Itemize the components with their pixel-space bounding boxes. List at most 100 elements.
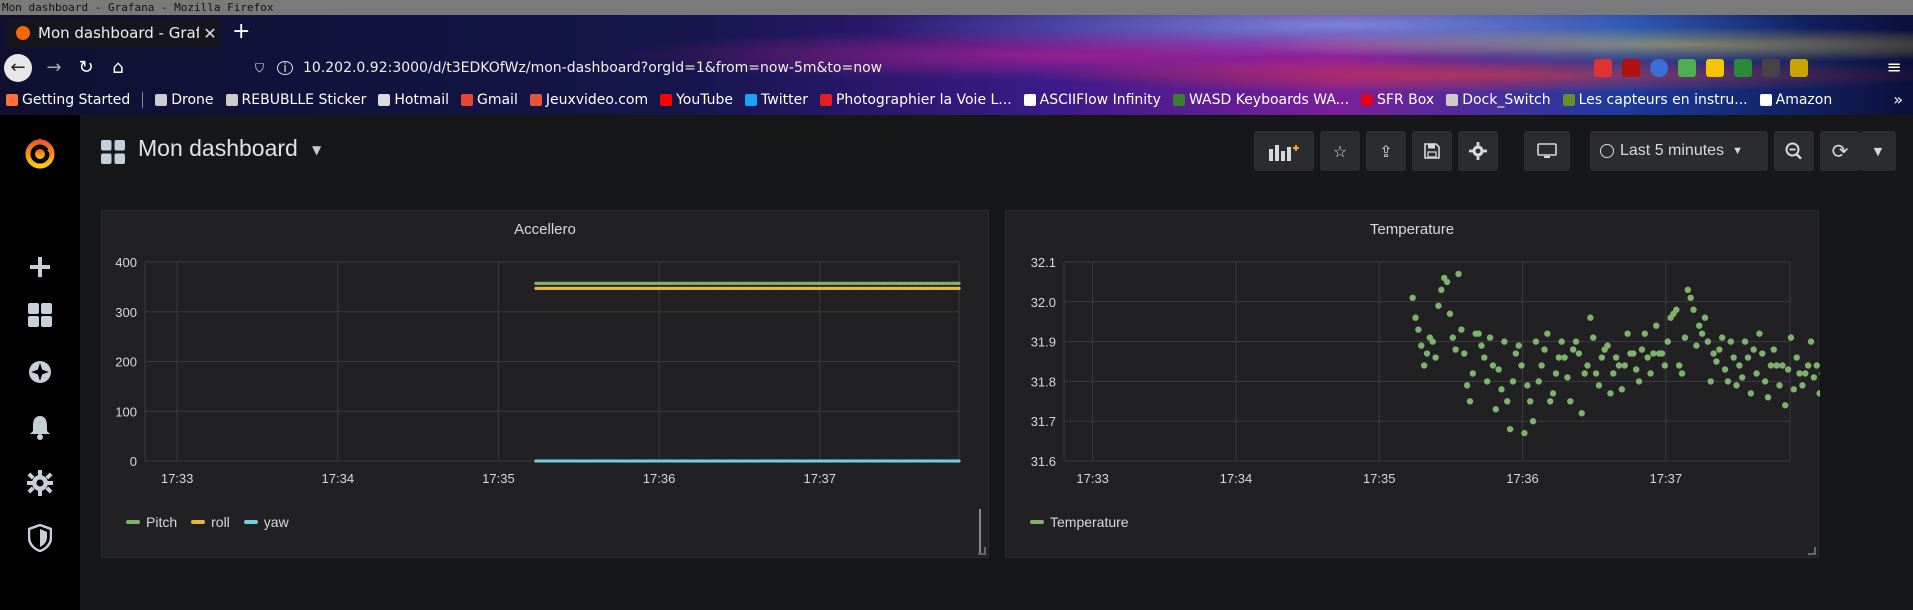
data-point xyxy=(1750,346,1757,353)
extension-leaf-icon[interactable] xyxy=(1734,59,1752,77)
panel-resize-handle[interactable] xyxy=(978,547,986,555)
bookmark-item[interactable]: Getting Started xyxy=(6,92,130,108)
site-info-icon[interactable]: i xyxy=(277,61,293,75)
bookmark-favicon-icon xyxy=(529,94,542,106)
extension-owl-icon[interactable] xyxy=(1762,59,1780,77)
series-point xyxy=(768,286,772,290)
data-point xyxy=(1716,346,1723,353)
temperature-chart[interactable]: 31.6 31.7 31.8 31.9 32.0 32.1 17:33 17:34 17:35 1… xyxy=(1006,211,1820,559)
panel-temperature[interactable]: Temperature 31.6 31.7 31.8 31.9 32.0 32.1 17:3… xyxy=(1005,210,1820,559)
extension-shield-icon[interactable] xyxy=(1650,59,1668,77)
data-point xyxy=(1721,366,1729,373)
chevron-down-icon[interactable]: ▼ xyxy=(312,143,321,157)
new-tab-icon[interactable]: + xyxy=(232,20,250,44)
series-point xyxy=(896,281,900,285)
share-dashboard-button[interactable]: ⇪ xyxy=(1366,131,1406,171)
bookmark-item[interactable]: ASCIIFlow Infinity xyxy=(1023,92,1161,108)
accellero-chart[interactable]: 0 100 200 300 400 17:33 17:34 17:35 17:36 17:37 xyxy=(102,211,990,559)
series-point xyxy=(704,286,708,290)
bookmark-item[interactable]: WASD Keyboards WA... xyxy=(1172,92,1349,108)
dashboards-grid-icon[interactable] xyxy=(20,295,60,335)
bookmark-item[interactable]: Hotmail xyxy=(378,92,449,108)
bookmark-item[interactable]: Twitter xyxy=(745,92,808,108)
data-point xyxy=(1759,350,1766,357)
refresh-interval-dropdown[interactable]: ▼ xyxy=(1860,131,1896,171)
bookmark-item[interactable]: Drone xyxy=(155,92,214,108)
explore-compass-icon[interactable] xyxy=(20,352,60,392)
tracking-shield-icon[interactable]: ⛉ xyxy=(255,54,269,82)
panel-accellero[interactable]: Accellero 0 100 200 300 400 17:33 17:34 17:35 17… xyxy=(101,210,989,558)
save-dashboard-button[interactable] xyxy=(1412,131,1452,171)
home-icon[interactable]: ⌂ xyxy=(104,54,132,82)
server-admin-shield-icon[interactable] xyxy=(20,518,60,558)
bookmark-item[interactable]: Gmail xyxy=(460,92,518,108)
bookmarks-overflow-icon[interactable]: » xyxy=(1893,85,1903,115)
bookmark-item[interactable]: Photographier la Voie L... xyxy=(819,92,1012,108)
add-panel-button[interactable] xyxy=(1254,131,1314,171)
legend-item[interactable]: Pitch xyxy=(126,514,177,530)
grafana-logo-icon[interactable] xyxy=(20,133,60,173)
series-point xyxy=(563,459,567,463)
save-icon xyxy=(1424,143,1440,159)
refresh-button[interactable]: ⟳ xyxy=(1820,131,1860,171)
view-mode-button[interactable] xyxy=(1524,131,1570,171)
bookmark-item[interactable]: Les capteurs en instru... xyxy=(1562,92,1748,108)
series-point xyxy=(777,286,782,290)
series-point xyxy=(717,281,721,285)
bookmark-item[interactable]: SFR Box xyxy=(1361,92,1434,108)
forward-arrow-icon[interactable]: → xyxy=(40,54,68,82)
series-point xyxy=(553,286,557,290)
extension-chevron-icon[interactable] xyxy=(1790,59,1808,77)
dashboard-settings-button[interactable] xyxy=(1458,131,1498,171)
extension-download-icon[interactable] xyxy=(1594,59,1612,77)
time-range-picker[interactable]: Last 5 minutes ▼ xyxy=(1590,131,1768,171)
legend-item[interactable]: yaw xyxy=(243,514,289,530)
data-point xyxy=(1418,342,1425,349)
series-point xyxy=(575,459,580,463)
bookmarks-toolbar: Getting Started Drone REBUBLLE Sticker Hotm… xyxy=(0,85,1913,115)
star-dashboard-button[interactable]: ☆ xyxy=(1320,131,1360,171)
extension-green-icon[interactable] xyxy=(1678,59,1696,77)
extension-abp-icon[interactable] xyxy=(1622,59,1640,77)
series-point xyxy=(835,459,839,463)
reload-icon[interactable]: ↻ xyxy=(72,54,100,82)
series-point xyxy=(620,459,625,463)
zoom-out-button[interactable] xyxy=(1774,131,1814,171)
series-point xyxy=(915,286,919,290)
bookmark-item[interactable]: Amazon xyxy=(1759,92,1832,108)
data-point xyxy=(1515,342,1522,349)
dashboard-grid-icon xyxy=(101,140,125,164)
url-text[interactable]: 10.202.0.92:3000/d/t3EDKOfWz/mon-dashboa… xyxy=(303,54,882,82)
legend-item[interactable]: roll xyxy=(191,514,230,530)
dashboard-title[interactable]: Mon dashboard xyxy=(138,135,298,162)
series-point xyxy=(864,281,868,285)
tab-close-icon[interactable]: ✕ xyxy=(199,24,221,43)
url-bar[interactable]: ⛉ i 10.202.0.92:3000/d/t3EDKOfWz/mon-das… xyxy=(255,54,1485,82)
legend-item[interactable]: Temperature xyxy=(1030,514,1129,530)
series-point xyxy=(790,281,794,285)
series-point xyxy=(854,459,859,463)
series-point xyxy=(765,459,769,463)
series-point xyxy=(864,459,868,463)
series-point xyxy=(925,459,929,463)
data-point xyxy=(1713,358,1720,365)
back-arrow-icon[interactable]: ← xyxy=(4,54,32,82)
series-point xyxy=(729,286,734,290)
hamburger-menu-icon[interactable]: ≡ xyxy=(1880,54,1908,82)
bookmark-item[interactable]: Jeuxvideo.com xyxy=(529,92,648,108)
extension-yellow-icon[interactable] xyxy=(1706,59,1724,77)
bookmark-item[interactable]: Dock_Switch xyxy=(1446,92,1551,108)
browser-tab-active[interactable]: Mon dashboard - Grafana ✕ xyxy=(6,18,221,48)
series-point xyxy=(608,459,612,463)
alerting-bell-icon[interactable] xyxy=(20,407,60,447)
configuration-gear-icon[interactable] xyxy=(20,463,60,503)
bookmark-item[interactable]: YouTube xyxy=(660,92,733,108)
panel-resize-handle[interactable] xyxy=(1808,547,1816,555)
create-plus-icon[interactable] xyxy=(20,247,60,287)
y-tick-label: 400 xyxy=(115,255,137,270)
data-point xyxy=(1549,390,1557,397)
bookmark-item[interactable]: REBUBLLE Sticker xyxy=(225,92,366,108)
series-point xyxy=(672,459,676,463)
series-point xyxy=(874,459,878,463)
data-point xyxy=(1443,278,1451,286)
